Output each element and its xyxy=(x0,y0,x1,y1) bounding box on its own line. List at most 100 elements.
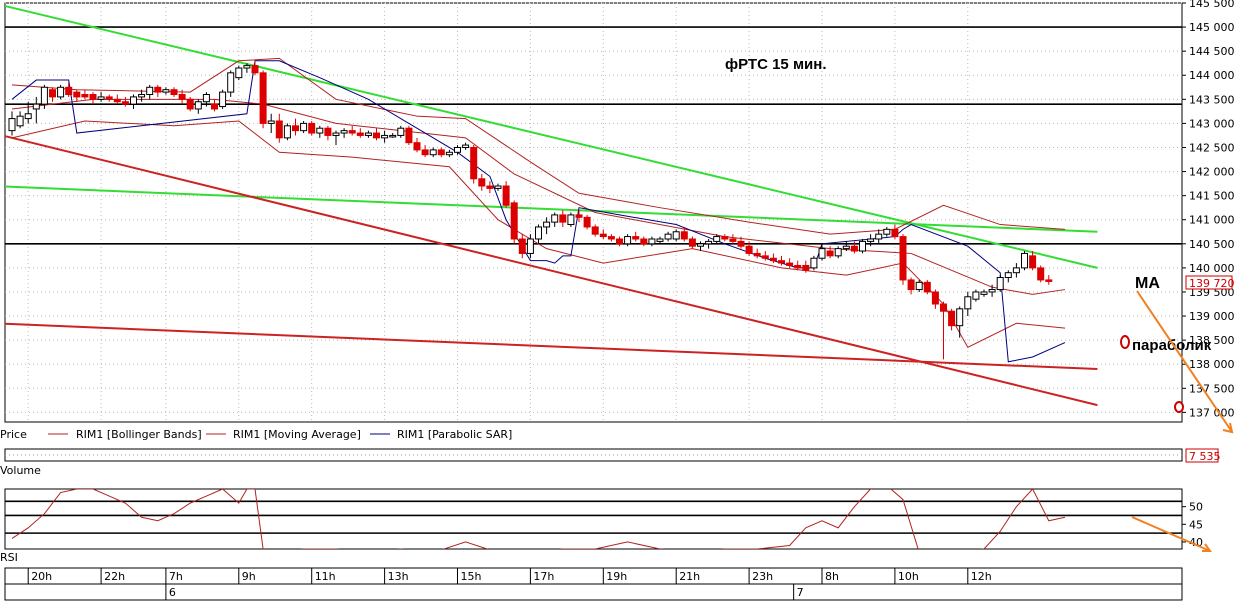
candle-body xyxy=(470,146,478,180)
price-tick-label: 138 000 xyxy=(1189,358,1235,371)
candle-body xyxy=(364,132,372,136)
time-tick-label: 22h xyxy=(104,570,125,583)
price-panel xyxy=(4,2,1183,423)
candle-body xyxy=(624,236,632,245)
time-tick-label: 21h xyxy=(679,570,700,583)
candle xyxy=(923,279,931,295)
candle xyxy=(308,120,316,136)
candle-body xyxy=(899,236,907,281)
candle-body xyxy=(705,240,713,245)
candle-body xyxy=(502,185,510,206)
price-tick-label: 141 000 xyxy=(1189,214,1235,227)
price-tick-label: 137 500 xyxy=(1189,382,1235,395)
candle-body xyxy=(1012,267,1020,274)
candle xyxy=(470,145,478,184)
candle-body xyxy=(211,103,218,110)
time-tick-label: 13h xyxy=(388,570,409,583)
price-tick-label: 144 500 xyxy=(1189,45,1235,58)
candle-body xyxy=(32,103,40,110)
candle-body xyxy=(121,101,129,105)
candle-body xyxy=(462,144,470,148)
candle-body xyxy=(1004,272,1012,279)
candle-body xyxy=(948,310,956,327)
candle-body xyxy=(235,67,243,79)
time-tick-label: 17h xyxy=(533,570,554,583)
price-tick-label: 143 000 xyxy=(1189,117,1235,130)
candle-body xyxy=(332,132,340,136)
price-tick-label: 137 000 xyxy=(1189,406,1235,419)
candle-body xyxy=(697,243,704,247)
candle-body xyxy=(956,308,964,327)
candle-body xyxy=(745,245,753,254)
candle-body xyxy=(964,296,972,310)
candle xyxy=(899,234,907,285)
candle-body xyxy=(283,125,291,139)
rsi-axis: 504540 xyxy=(1182,501,1203,549)
candle-body xyxy=(559,214,567,223)
candle-body xyxy=(867,238,875,242)
candle-body xyxy=(251,65,259,74)
candle-body xyxy=(65,86,73,96)
candle-body xyxy=(875,233,883,240)
candle-body xyxy=(688,238,696,247)
candle-body xyxy=(138,94,146,98)
candle-body xyxy=(1021,252,1028,269)
candle-body xyxy=(16,115,24,127)
candle-body xyxy=(292,125,299,132)
candle-body xyxy=(219,91,227,108)
time-tick-label: 20h xyxy=(31,570,52,583)
candle-body xyxy=(178,94,186,100)
candle-body xyxy=(786,262,794,266)
candle-body xyxy=(202,94,210,103)
candle-body xyxy=(389,134,397,138)
candle-body xyxy=(494,185,502,189)
candle-body xyxy=(170,89,178,96)
last-price-label: 139 720 xyxy=(1189,277,1235,290)
candle-body xyxy=(616,238,623,245)
candle-body xyxy=(57,86,65,98)
candle-body xyxy=(680,231,688,240)
candle-body xyxy=(429,149,437,156)
legend-bollinger: RIM1 [Bollinger Bands] xyxy=(76,428,202,441)
time-tick-label: 8h xyxy=(825,570,839,583)
candle-body xyxy=(324,127,332,136)
candle-body xyxy=(113,98,121,103)
candle-body xyxy=(259,72,267,124)
candle-body xyxy=(915,281,923,291)
candle-body xyxy=(486,185,494,189)
candle-body xyxy=(445,151,453,156)
candle-body xyxy=(818,248,826,259)
candle-body xyxy=(526,238,534,254)
candle-body xyxy=(551,214,559,223)
candle-body xyxy=(567,214,575,226)
time-tick-label: 10h xyxy=(898,570,919,583)
candle-body xyxy=(97,96,105,100)
trendline-end-marker xyxy=(1174,401,1184,413)
time-tick-label: 12h xyxy=(971,570,992,583)
candle-body xyxy=(24,113,32,120)
candle-body xyxy=(923,281,931,293)
candle-body xyxy=(972,291,980,300)
candle-body xyxy=(81,94,89,98)
price-tick-label: 142 500 xyxy=(1189,141,1235,154)
price-tick-label: 139 000 xyxy=(1189,310,1235,323)
candle-body xyxy=(778,260,785,264)
candle xyxy=(186,96,194,112)
candle-body xyxy=(421,149,429,156)
candle-body xyxy=(146,86,154,96)
time-tick-label: 7h xyxy=(169,570,183,583)
candle xyxy=(1037,265,1045,283)
candle-body xyxy=(89,94,97,100)
legend-moving-average: RIM1 [Moving Average] xyxy=(233,428,361,441)
candle-body xyxy=(510,202,518,240)
candle-body xyxy=(583,216,591,228)
candle-body xyxy=(931,291,939,305)
legend-price: Price xyxy=(0,428,27,441)
candle xyxy=(810,255,818,271)
candle-body xyxy=(907,279,915,291)
candle-body xyxy=(454,146,461,153)
price-tick-label: 141 500 xyxy=(1189,190,1235,203)
candle xyxy=(567,212,575,227)
candle-body xyxy=(599,233,607,238)
candle-body xyxy=(186,98,194,110)
